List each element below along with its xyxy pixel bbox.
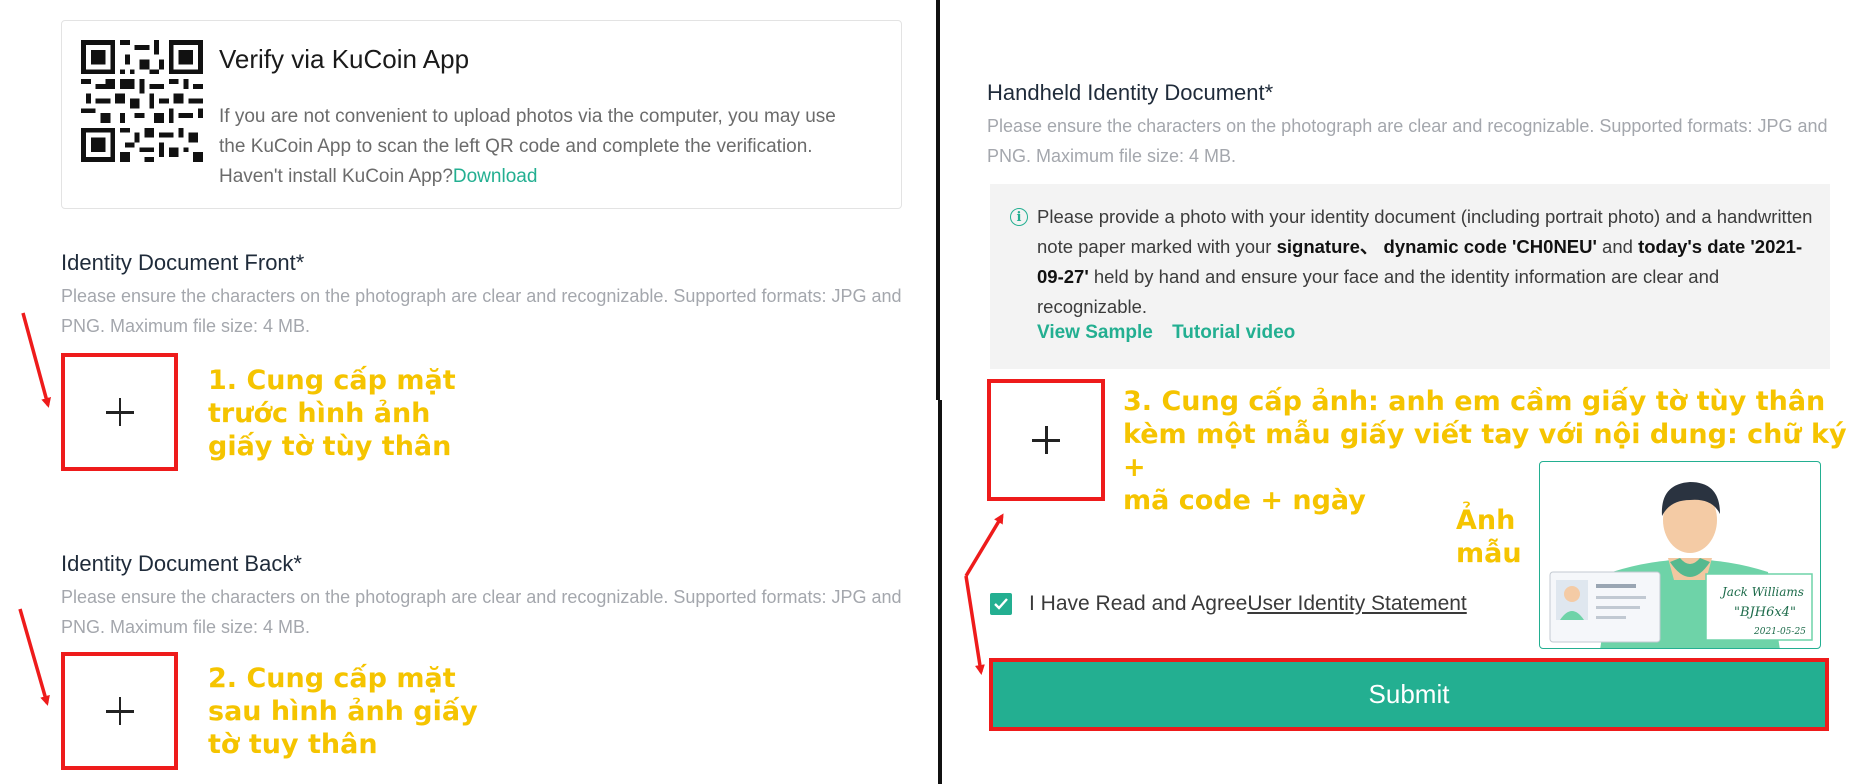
arrow-back: [18, 608, 50, 706]
arrow-front: [21, 312, 51, 408]
annotation-arrows: [18, 312, 1004, 706]
arrow-handheld: [964, 513, 1004, 577]
arrow-submit: [964, 575, 985, 675]
